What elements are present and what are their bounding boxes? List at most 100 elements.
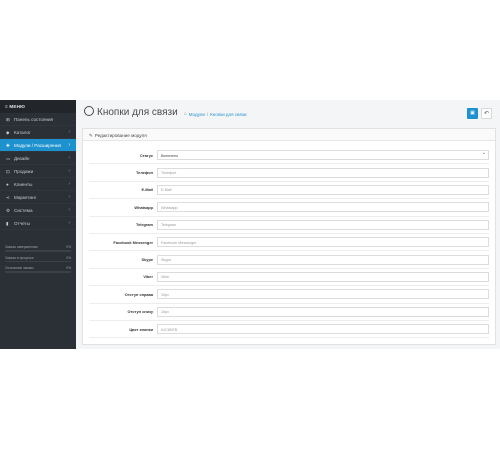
- sidebar-item-label: Отчеты: [14, 221, 30, 226]
- reply-icon: ↶: [483, 111, 490, 117]
- sidebar: ≡ МЕНЮ ⊞ Панель состояния ◆ Каталог › ✚ Мод…: [0, 100, 76, 349]
- form-row: Цвет кнопки #1C8DFB: [89, 321, 489, 339]
- chevron-right-icon: ›: [68, 168, 70, 174]
- save-icon: ▣: [470, 110, 475, 116]
- sidebar-item-catalog[interactable]: ◆ Каталог ›: [0, 126, 76, 139]
- share-icon: ⋖: [6, 195, 10, 200]
- progress-label: Заказы завершенные: [5, 245, 38, 249]
- panel-title: Редактирование модуля: [94, 133, 147, 138]
- form-row: Skype Skype: [89, 251, 489, 269]
- chevron-right-icon: ›: [68, 129, 70, 135]
- chart-icon: ▮: [6, 221, 9, 226]
- save-button[interactable]: ▣: [467, 108, 478, 119]
- home-icon[interactable]: ⌂: [184, 111, 187, 117]
- breadcrumb-link-current[interactable]: Кнопки для связи: [210, 112, 246, 117]
- pencil-icon: ✎: [89, 133, 93, 138]
- panel-heading: ✎ Редактирование модуля: [83, 129, 495, 141]
- chevron-right-icon: ›: [68, 220, 70, 226]
- sidebar-item-label: Модули / Расширения: [14, 143, 61, 148]
- sidebar-item-label: Продажи: [14, 169, 34, 174]
- form-row: Telegram Telegram: [89, 217, 489, 234]
- sidebar-item-label: Дизайн: [14, 156, 30, 161]
- field-label: Telegram: [135, 222, 153, 228]
- field-label: Статус: [139, 152, 153, 158]
- whatsapp-input[interactable]: Whatsapp: [157, 202, 489, 213]
- user-icon: ●: [6, 182, 9, 187]
- breadcrumb-separator: /: [206, 111, 209, 117]
- form-row: Whatsapp Whatsapp: [89, 199, 489, 217]
- sidebar-item-dashboard[interactable]: ⊞ Панель состояния: [0, 113, 76, 126]
- sidebar-item-label: Система: [14, 208, 33, 213]
- monitor-icon: ▭: [6, 156, 11, 161]
- sidebar-item-design[interactable]: ▭ Дизайн ›: [0, 152, 76, 165]
- status-select[interactable]: Включено: [157, 150, 489, 161]
- menu-header[interactable]: ≡ МЕНЮ: [0, 100, 76, 113]
- progress-bar: [5, 250, 71, 252]
- sidebar-item-reports[interactable]: ▮ Отчеты ›: [0, 217, 76, 230]
- sidebar-item-marketing[interactable]: ⋖ Маркетинг ›: [0, 191, 76, 204]
- field-label: Viber: [143, 274, 153, 280]
- field-label: E-Mail: [141, 187, 153, 193]
- back-button[interactable]: ↶: [481, 108, 492, 119]
- form-row-status: Статус Включено: [89, 147, 489, 165]
- sidebar-item-label: Панель состояния: [14, 117, 54, 122]
- sidebar-item-sales[interactable]: ⊡ Продажи ›: [0, 165, 76, 178]
- progress-value: 0%: [66, 245, 71, 249]
- sidebar-item-label: Клиенты: [14, 182, 33, 187]
- tag-icon: ◆: [6, 130, 10, 135]
- progress-item: Заказы завершенные 0%: [5, 245, 71, 252]
- form-row: E-Mail E-Mail: [89, 182, 489, 200]
- skype-input[interactable]: Skype: [157, 254, 489, 265]
- order-progress: Заказы завершенные 0% Заказы в процессе 0%…: [5, 245, 71, 277]
- form-row: Facebook Messenger Facebook Messenger: [89, 234, 489, 252]
- menu-title: МЕНЮ: [9, 104, 26, 109]
- field-label: Телефон: [135, 170, 153, 176]
- messenger-input[interactable]: Facebook Messenger: [157, 237, 489, 248]
- chevron-right-icon: ›: [68, 194, 70, 200]
- progress-bar: [5, 271, 71, 273]
- button-color-input[interactable]: #1C8DFB: [157, 324, 489, 335]
- module-form: Статус Включено Телефон Телефон E-Mail E…: [89, 147, 489, 339]
- field-label: Отступ снизу: [127, 309, 153, 315]
- cart-icon: ⊡: [6, 169, 10, 174]
- field-label: Цвет кнопки: [129, 326, 153, 332]
- progress-item: Заказы в процессе 0%: [5, 255, 71, 262]
- email-input[interactable]: E-Mail: [157, 184, 489, 195]
- progress-label: Остальные заказы: [5, 266, 34, 270]
- phone-input[interactable]: Телефон: [157, 167, 489, 178]
- viber-input[interactable]: Viber: [157, 271, 489, 282]
- form-row: Телефон Телефон: [89, 164, 489, 182]
- telegram-input[interactable]: Telegram: [157, 219, 489, 230]
- puzzle-icon: ✚: [6, 143, 10, 148]
- sidebar-item-system[interactable]: ⚙ Система ›: [0, 204, 76, 217]
- field-label: Skype: [141, 257, 153, 263]
- gear-icon: ⚙: [6, 208, 11, 213]
- sidebar-item-customers[interactable]: ● Клиенты ›: [0, 178, 76, 191]
- offset-bottom-input[interactable]: 10px: [157, 306, 489, 317]
- dashboard-icon: ⊞: [6, 117, 10, 122]
- main-content: Кнопки для связи ⌂ Модули / Кнопки для с…: [76, 100, 500, 349]
- field-label: Facebook Messenger: [113, 239, 153, 245]
- breadcrumb-link-modules[interactable]: Модули: [189, 112, 205, 117]
- sidebar-item-label: Каталог: [14, 130, 31, 135]
- progress-label: Заказы в процессе: [5, 255, 34, 260]
- admin-window: ≡ МЕНЮ ⊞ Панель состояния ◆ Каталог › ✚ Мод…: [0, 100, 500, 349]
- form-row: Отступ снизу 10px: [89, 304, 489, 321]
- form-row: Viber Viber: [89, 269, 489, 287]
- chevron-right-icon: ›: [68, 207, 70, 213]
- chevron-right-icon: ›: [68, 181, 70, 187]
- chevron-right-icon: ›: [68, 155, 70, 161]
- field-label: Whatsapp: [134, 204, 153, 210]
- chevron-right-icon: ›: [68, 142, 70, 148]
- sidebar-item-label: Маркетинг: [14, 195, 37, 200]
- offset-right-input[interactable]: 10px: [157, 289, 489, 300]
- progress-value: 0%: [66, 266, 71, 270]
- sidebar-item-extensions[interactable]: ✚ Модули / Расширения ›: [0, 139, 76, 152]
- field-label: Отступ справа: [124, 291, 153, 297]
- form-row: Отступ справа 10px: [89, 286, 489, 304]
- edit-module-panel: ✎Редактирование модуля Статус Включено Т…: [82, 128, 496, 345]
- page-title: Кнопки для связи: [84, 106, 178, 118]
- page-header: Кнопки для связи ⌂ Модули / Кнопки для с…: [84, 106, 246, 118]
- breadcrumb: ⌂ Модули / Кнопки для связи: [184, 111, 247, 117]
- progress-item: Остальные заказы 0%: [5, 266, 71, 273]
